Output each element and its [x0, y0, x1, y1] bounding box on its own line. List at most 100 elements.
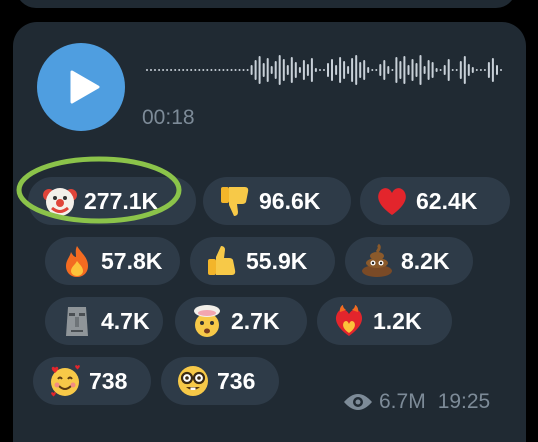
waveform-bar — [491, 58, 494, 82]
waveform-bar — [411, 59, 414, 81]
voice-duration: 00:18 — [142, 106, 195, 129]
eye-icon — [344, 394, 372, 410]
reaction-count: 738 — [89, 367, 128, 394]
waveform-bar — [399, 61, 402, 79]
waveform-bar — [363, 60, 366, 80]
smiling-face-with-hearts-icon — [47, 363, 83, 399]
exploding-head-icon — [189, 303, 225, 339]
waveform-bar — [162, 69, 165, 71]
waveform-bar — [222, 69, 225, 71]
waveform-bar — [335, 65, 338, 75]
waveform-bar — [306, 64, 309, 76]
thumbs-up-icon — [204, 243, 240, 279]
waveform-bar — [455, 69, 458, 71]
red-heart-icon — [374, 183, 410, 219]
play-button[interactable] — [37, 43, 125, 131]
waveform-bar — [234, 69, 237, 71]
pile-of-poo-icon — [359, 243, 395, 279]
reaction-moai[interactable]: 4.7K — [45, 297, 163, 345]
waveform-bar — [475, 69, 478, 71]
waveform-bar — [202, 69, 205, 71]
waveform-bar — [242, 69, 245, 71]
reaction-count: 8.2K — [401, 247, 450, 274]
reaction-clown[interactable]: 277.1K — [28, 177, 196, 225]
waveform-bar — [339, 57, 342, 83]
waveform-bar — [214, 69, 217, 71]
thumbs-down-icon — [217, 183, 253, 219]
reaction-thumbs-up[interactable]: 55.9K — [190, 237, 335, 285]
waveform-bar — [447, 59, 450, 81]
reaction-count: 55.9K — [246, 247, 308, 274]
reaction-heart[interactable]: 62.4K — [360, 177, 510, 225]
reaction-count: 96.6K — [259, 187, 321, 214]
reaction-poo[interactable]: 8.2K — [345, 237, 473, 285]
waveform-bar — [290, 57, 293, 83]
waveform-bar — [258, 56, 261, 84]
waveform-bar — [314, 68, 317, 72]
waveform-bar — [431, 62, 434, 78]
waveform-bar — [479, 69, 482, 71]
waveform-bar — [367, 67, 370, 73]
waveform-bar — [375, 69, 378, 71]
waveform-bar — [496, 65, 498, 75]
fire-icon — [59, 243, 95, 279]
waveform-bar — [150, 69, 152, 71]
waveform-bar — [282, 59, 285, 81]
waveform-bar — [190, 69, 193, 71]
reaction-nerd[interactable]: 736 — [161, 357, 279, 405]
play-icon — [70, 70, 100, 104]
waveform-bar — [210, 69, 213, 71]
waveform-bar — [387, 66, 390, 74]
reaction-thumbs-down[interactable]: 96.6K — [203, 177, 351, 225]
waveform-bar — [347, 66, 350, 74]
waveform-bar — [395, 57, 398, 83]
waveform-bar — [174, 69, 177, 71]
reaction-exploding-head[interactable]: 2.7K — [175, 297, 307, 345]
waveform-bar — [331, 59, 333, 81]
waveform-bar — [198, 69, 201, 71]
waveform-bar — [451, 69, 454, 71]
waveform-bar — [286, 65, 289, 75]
waveform-bar — [435, 68, 438, 72]
waveform-bar — [250, 65, 253, 75]
audio-waveform[interactable] — [146, 48, 504, 92]
waveform-bar — [487, 62, 490, 78]
waveform-bar — [415, 63, 418, 77]
waveform-bar — [459, 61, 462, 79]
waveform-bar — [443, 65, 446, 75]
waveform-bar — [403, 56, 406, 84]
waveform-bar — [327, 63, 329, 77]
waveform-bar — [500, 69, 502, 71]
waveform-bar — [206, 69, 209, 71]
waveform-bar — [254, 60, 257, 80]
reaction-count: 57.8K — [101, 247, 163, 274]
waveform-bar — [302, 60, 305, 80]
waveform-bar — [226, 69, 229, 71]
message-time: 19:25 — [437, 390, 491, 413]
waveform-bar — [294, 62, 297, 78]
message-meta: 6.7M 19:25 — [343, 390, 490, 414]
waveform-bar — [262, 63, 265, 77]
waveform-bar — [423, 66, 426, 74]
waveform-bar — [238, 69, 241, 71]
heart-on-fire-icon — [331, 303, 367, 339]
waveform-bar — [427, 60, 430, 80]
reaction-heart-on-fire[interactable]: 1.2K — [317, 297, 452, 345]
waveform-bar — [270, 66, 273, 74]
waveform-bar — [355, 55, 358, 85]
reaction-count: 277.1K — [84, 187, 159, 214]
waveform-bar — [166, 69, 169, 71]
reaction-fire[interactable]: 57.8K — [45, 237, 180, 285]
waveform-bar — [182, 69, 185, 71]
waveform-bar — [154, 69, 156, 71]
view-count: 6.7M — [379, 390, 426, 413]
reaction-count: 1.2K — [373, 307, 422, 334]
waveform-bar — [274, 61, 277, 79]
waveform-bar — [194, 69, 197, 71]
waveform-bar — [323, 69, 325, 71]
waveform-bar — [419, 55, 422, 85]
waveform-bar — [371, 69, 374, 71]
reaction-count: 62.4K — [416, 187, 478, 214]
reaction-smiling-hearts[interactable]: 738 — [33, 357, 151, 405]
waveform-bar — [471, 67, 474, 73]
